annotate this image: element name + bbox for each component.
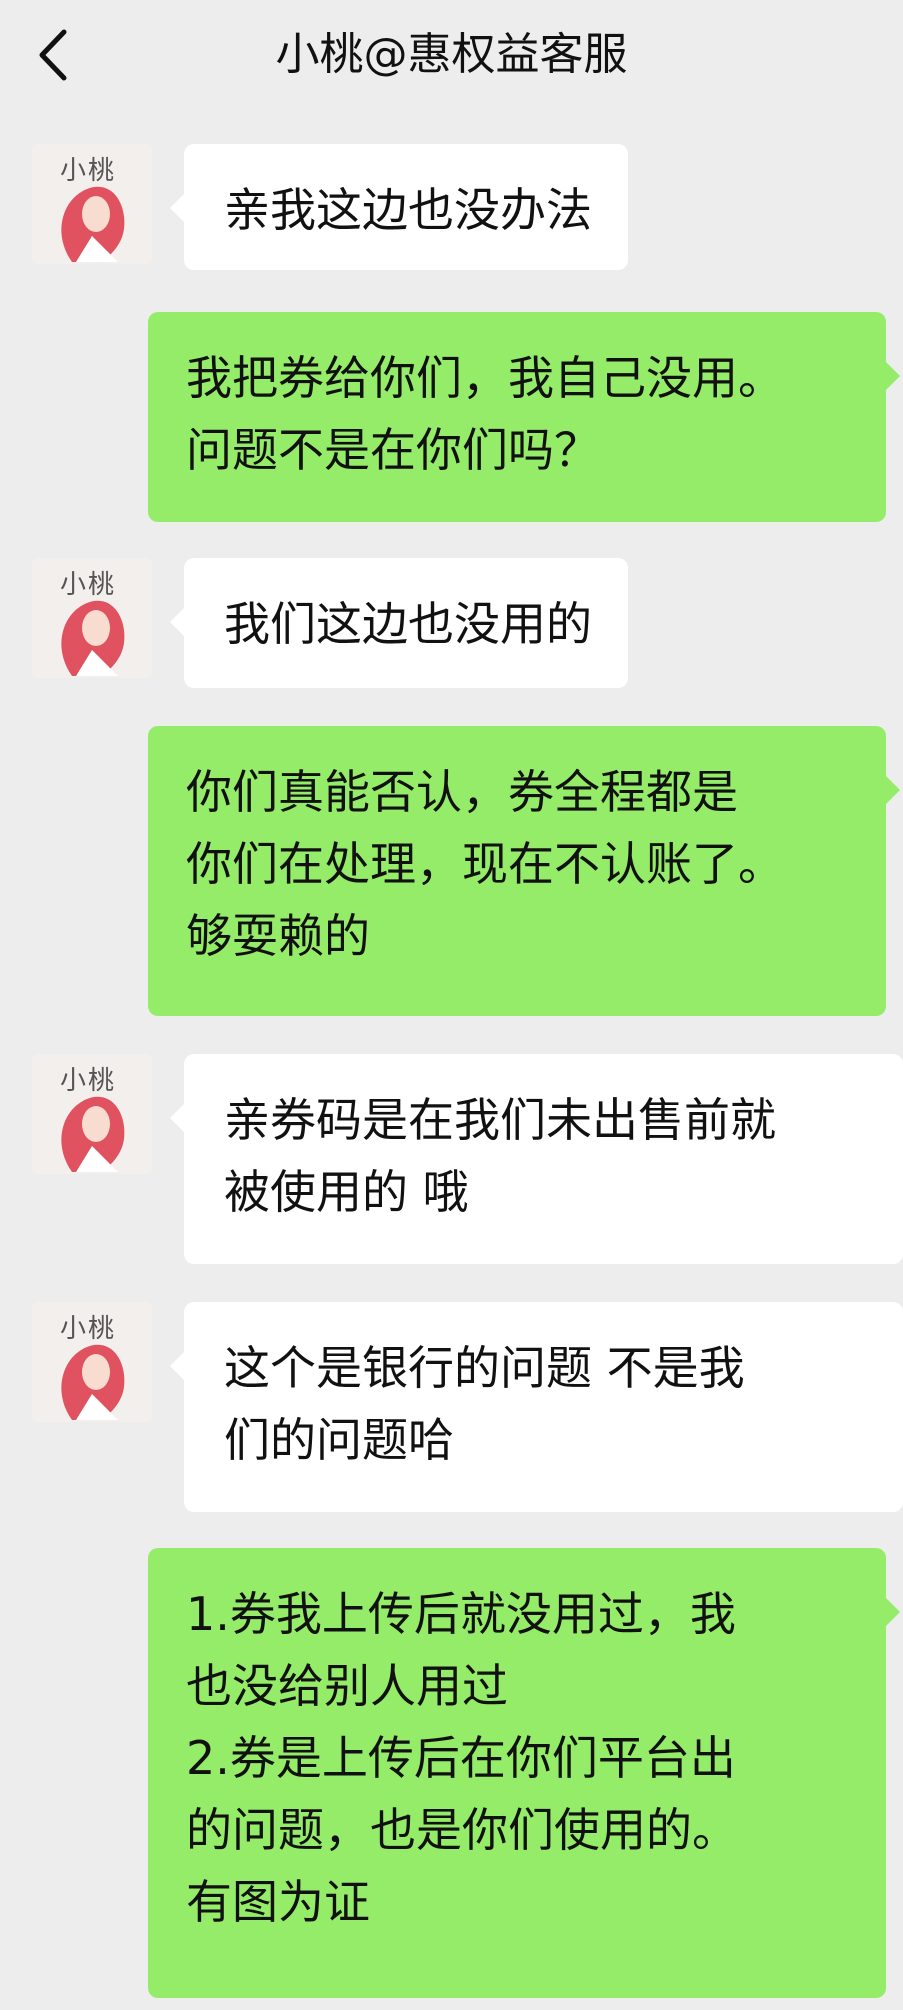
contact-avatar[interactable]: 小桃 bbox=[32, 1302, 152, 1422]
avatar-text: 小桃 bbox=[60, 570, 117, 600]
chat-header: 小桃@惠权益客服 bbox=[0, 0, 903, 112]
incoming-message-bubble[interactable]: 亲券码是在我们未出售前就 被使用的 哦 bbox=[170, 1054, 903, 1264]
incoming-message-bubble[interactable]: 这个是银行的问题 不是我 们的问题哈 bbox=[170, 1302, 903, 1512]
outgoing-message-bubble[interactable]: 你们真能否认，券全程都是 你们在处理，现在不认账了。 够耍赖的 bbox=[148, 726, 900, 1016]
avatar-text: 小桃 bbox=[60, 1066, 117, 1096]
contact-avatar[interactable]: 小桃 bbox=[32, 1054, 152, 1174]
incoming-message-bubble[interactable]: 亲我这边也没办法 bbox=[170, 144, 628, 270]
avatar-text: 小桃 bbox=[60, 156, 117, 186]
contact-avatar[interactable]: 小桃 bbox=[32, 558, 152, 678]
outgoing-message-bubble[interactable]: 我把券给你们，我自己没用。 问题不是在你们吗？ bbox=[148, 312, 900, 522]
incoming-message-bubble[interactable]: 我们这边也没用的 bbox=[170, 558, 628, 688]
outgoing-message-bubble[interactable]: 1.券我上传后就没用过，我 也没给别人用过 2.券是上传后在你们平台出 的问题，… bbox=[148, 1548, 900, 1998]
contact-avatar[interactable]: 小桃 bbox=[32, 144, 152, 264]
chat-title: 小桃@惠权益客服 bbox=[275, 29, 628, 80]
avatar-text: 小桃 bbox=[60, 1314, 117, 1344]
